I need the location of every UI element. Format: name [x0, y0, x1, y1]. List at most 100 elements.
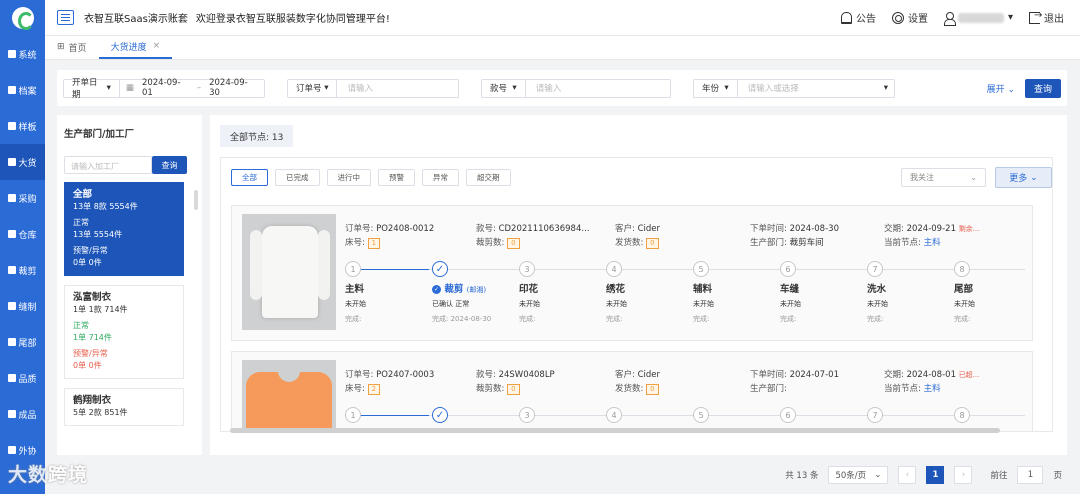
node-label: 当前节点: [884, 238, 921, 248]
ship-label: 发货数: [615, 384, 644, 394]
factory-card[interactable]: 泓富制衣 1单 1款 714件 正常 1单 714件 预警/异常 0单 0件 [64, 285, 184, 379]
prev-page-button[interactable]: ‹ [898, 466, 917, 484]
progress-step[interactable]: 8 尾部 未开始 完成: [954, 261, 1034, 324]
date-from[interactable]: 2024-09-01 [134, 78, 197, 98]
style-filter: 款号 ▾ 请输入 [481, 78, 671, 98]
menu-toggle-icon[interactable] [57, 10, 74, 25]
step-name: 印花 [519, 284, 539, 295]
next-page-button[interactable]: › [954, 466, 973, 484]
page-number-current[interactable]: 1 [926, 466, 945, 484]
factory-name: 鹤翔制衣 [73, 395, 112, 406]
logout-button[interactable]: 退出 [1029, 10, 1064, 25]
welcome-text: 欢迎登录衣智互联服装数字化协同管理平台! [195, 14, 390, 25]
year-input[interactable]: 请输入或选择 [738, 82, 809, 94]
factory-scrollbar[interactable] [194, 190, 198, 210]
garment-image [242, 360, 336, 431]
more-button[interactable]: 更多 ⌄ [995, 167, 1052, 188]
page-size-select[interactable]: 50条/页 ⌄ [828, 466, 889, 484]
progress-step[interactable]: 4 绣花 未开始 完成: [606, 261, 686, 324]
factory-card[interactable]: 鹤翔制衣 5单 2款 851件 [64, 388, 184, 426]
order-list-hscroll[interactable] [230, 428, 1000, 433]
ship-badge: 0 [646, 384, 659, 395]
step-status: 未开始 [693, 300, 714, 308]
sidebar-item-6[interactable]: 裁剪 [0, 252, 45, 288]
sidebar-item-9[interactable]: 品质 [0, 360, 45, 396]
year-field-select[interactable]: 年份 ▾ [694, 79, 738, 97]
style-field-select[interactable]: 款号 ▾ [482, 79, 526, 97]
factory-search-button[interactable]: 查询 [152, 156, 187, 174]
sidebar-item-label: 大货 [18, 158, 37, 169]
status-filter-tag[interactable]: 预警 [378, 169, 415, 186]
status-filter-tag[interactable]: 全部 [231, 169, 268, 186]
status-filter-tag[interactable]: 超交期 [466, 169, 511, 186]
notice-button[interactable]: 公告 [840, 10, 876, 25]
tab-bulk-progress[interactable]: 大货进度 × [98, 35, 173, 59]
order-card[interactable]: 订单号: PO2407-0003 床号: 2 款号: 24SW0408LP 裁剪数: … [231, 351, 1033, 431]
factory-card-all[interactable]: 全部 13单 8款 5554件 正常 13单 5554件 预警/异常 0单 0件 [64, 182, 184, 276]
goto-page-input[interactable]: 1 [1017, 466, 1044, 484]
sidebar-item-10[interactable]: 成品 [0, 396, 45, 432]
bed-badge: 2 [367, 384, 381, 395]
warn-label: 预警/异常 [73, 349, 108, 358]
sidebar-item-2[interactable]: 样板 [0, 108, 45, 144]
progress-step[interactable]: 3 印花 未开始 完成: [519, 261, 599, 324]
outsource-icon [8, 446, 17, 454]
query-button[interactable]: 查询 [1025, 78, 1061, 98]
date-type-select[interactable]: 开单日期 ▾ [64, 78, 120, 100]
status-filter-bar: 全部已完成进行中预警异常超交期 我关注 更多 ⌄ [220, 157, 1053, 197]
settings-button[interactable]: 设置 [891, 10, 928, 25]
status-filter-tag[interactable]: 异常 [422, 169, 459, 186]
style-input[interactable]: 请输入 [526, 82, 572, 94]
sidebar-item-0[interactable]: 系统 [0, 36, 45, 72]
user-menu[interactable]: ▾ [943, 11, 1013, 26]
logout-label: 退出 [1044, 14, 1064, 25]
progress-step[interactable]: 5 辅料 未开始 完成: [693, 261, 773, 324]
sidebar-item-7[interactable]: 缝制 [0, 288, 45, 324]
date-to[interactable]: 2024-09-30 [201, 78, 264, 98]
calendar-icon: ▦ [125, 83, 134, 93]
style-no-label: 款号: [476, 370, 496, 380]
factory-total: 1单 1款 714件 [73, 305, 128, 314]
step-number: 5 [693, 261, 709, 277]
due-date: 2024-09-21 [906, 224, 956, 234]
due-date: 2024-08-01 [906, 370, 956, 380]
sidebar-item-4[interactable]: 采购 [0, 180, 45, 216]
progress-step[interactable]: 1 主料 未开始 完成: [345, 261, 425, 324]
sidebar-item-1[interactable]: 档案 [0, 72, 45, 108]
progress-step[interactable]: 6 车缝 未开始 完成: [780, 261, 860, 324]
order-input[interactable]: 请输入 [337, 82, 383, 94]
step-done-time: 完成: [519, 315, 536, 323]
date-range-filter[interactable]: 开单日期 ▾ ▦ 2024-09-01 – 2024-09-30 [63, 78, 265, 100]
sidebar-item-3[interactable]: 大货 [0, 144, 45, 180]
sidebar-item-5[interactable]: 仓库 [0, 216, 45, 252]
cut-label: 裁剪数: [476, 384, 505, 394]
bed-label: 床号: [345, 384, 365, 394]
status-filter-tag[interactable]: 已完成 [275, 169, 320, 186]
order-card[interactable]: 订单号: PO2408-0012 床号: 1 款号: CD2021110636984… [231, 205, 1033, 341]
order-filter: 订单号 ▾ 请输入 [287, 78, 459, 98]
step-status: 未开始 [954, 300, 975, 308]
progress-step[interactable]: 7 洗水 未开始 完成: [867, 261, 947, 324]
progress-step[interactable]: ✓ ✓ 裁剪 (邮湘) 已确认 正常 完成: 2024-08-30 [432, 261, 512, 324]
tab-home[interactable]: ⊞ 首页 [45, 35, 99, 59]
factory-panel-title: 生产部门/加工厂 [64, 129, 134, 140]
step-status: 未开始 [867, 300, 888, 308]
status-filter-tag[interactable]: 进行中 [326, 169, 371, 186]
close-icon[interactable]: × [153, 41, 161, 51]
time-info: 下单时间: 2024-08-30 生产部门: 裁剪车间 [750, 222, 839, 250]
product-icon [8, 410, 17, 418]
expand-link[interactable]: 展开 ⌄ [987, 82, 1015, 95]
step-name: 车缝 [780, 284, 800, 295]
factory-total: 13单 8款 5554件 [73, 202, 138, 211]
sidebar-item-8[interactable]: 尾部 [0, 324, 45, 360]
factory-search-input[interactable]: 请输入加工厂 [64, 156, 152, 174]
order-field-select[interactable]: 订单号 ▾ [288, 79, 338, 97]
bell-icon [840, 11, 852, 24]
top-bar: 衣智互联Saas演示账套 欢迎登录衣智互联服装数字化协同管理平台! 公告 设置 … [45, 0, 1080, 36]
follow-select[interactable]: 我关注 [901, 168, 986, 187]
normal-label: 正常 [73, 218, 89, 227]
order-no-label: 订单号: [345, 370, 374, 380]
step-number: 5 [693, 407, 709, 423]
sidebar-item-label: 档案 [18, 86, 37, 97]
sidebar-item-label: 裁剪 [18, 266, 37, 277]
